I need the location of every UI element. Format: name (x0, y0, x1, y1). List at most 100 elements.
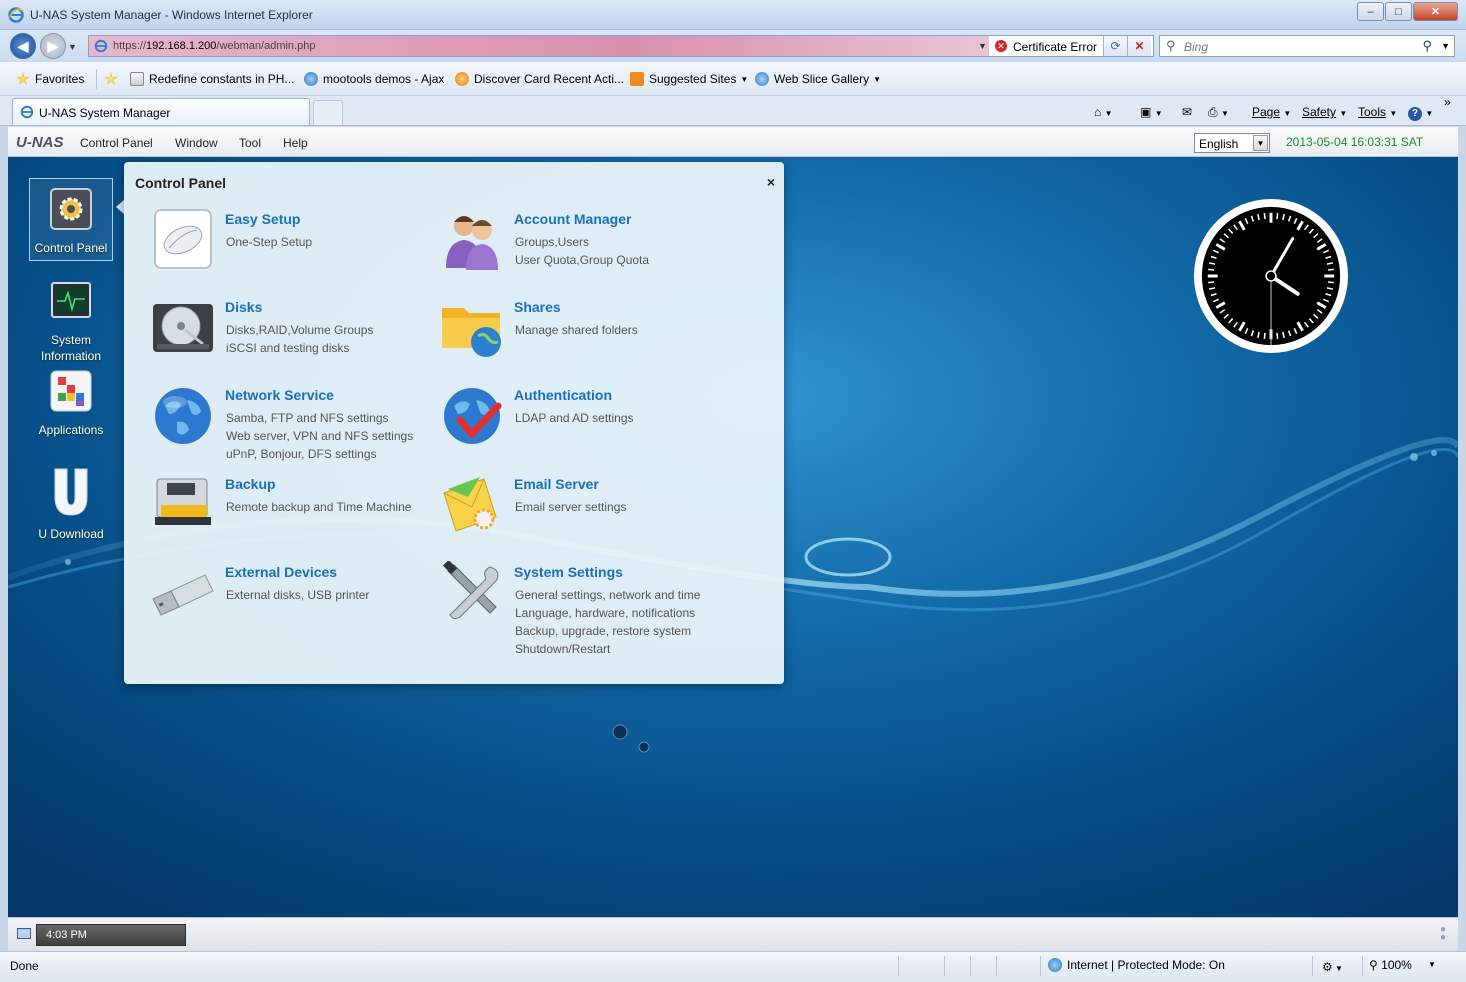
suggested-sites-button[interactable]: Suggested Sites ▼ (630, 72, 748, 86)
page-icon (94, 39, 108, 53)
cert-error-label[interactable]: Certificate Error (1013, 40, 1097, 54)
control-panel-close-button[interactable]: × (767, 174, 775, 190)
desktop-icon-u-download[interactable]: U Download (29, 465, 113, 542)
window-frame-right (1458, 126, 1466, 951)
menu-control-panel[interactable]: Control Panel (80, 136, 153, 150)
safety-menu[interactable]: Safety ▼ (1302, 105, 1347, 119)
cp-item-backup[interactable]: Backup Remote backup and Time Machine (151, 473, 451, 553)
cp-item-name: Account Manager (514, 211, 632, 227)
address-input[interactable]: https://192.168.1.200/webman/admin.php ▼… (88, 35, 1154, 57)
print-button[interactable]: ⎙ ▼ (1208, 105, 1229, 120)
tab-unas-system-manager[interactable]: U-NAS System Manager (12, 98, 310, 125)
cp-item-email-server[interactable]: Email Server Email server settings (440, 473, 740, 553)
printer-icon: ⎙ (1208, 105, 1218, 119)
cp-item-name: Easy Setup (225, 211, 301, 227)
search-input[interactable]: ⚲ Bing ⚲ ▼ (1159, 35, 1455, 57)
desktop-icon-control-panel[interactable]: Control Panel (29, 178, 113, 261)
zoom-level-button[interactable]: ⚲ 100% (1369, 958, 1412, 972)
cp-item-network-service[interactable]: Network Service Samba, FTP and NFS setti… (151, 384, 451, 464)
clock-tick-mark (1263, 332, 1266, 339)
mouse-icon (154, 209, 212, 269)
backup-drive-icon (155, 478, 211, 525)
security-zone[interactable]: Internet | Protected Mode: On (1048, 958, 1225, 972)
taskbar-grip-icon[interactable]: ● ● (1440, 925, 1446, 943)
status-divider (1312, 956, 1313, 976)
read-mail-button[interactable]: ✉ (1182, 105, 1192, 119)
cp-item-desc-line: Email server settings (515, 500, 627, 514)
cp-item-system-settings[interactable]: System Settings General settings, networ… (440, 561, 740, 656)
cp-item-account-manager[interactable]: Account Manager Groups,Users User Quota,… (440, 208, 740, 288)
recent-pages-dropdown[interactable]: ▼ (68, 42, 77, 52)
internet-globe-icon (1048, 958, 1062, 972)
app-logo: U-NAS (16, 134, 64, 151)
analog-clock-widget[interactable] (1192, 197, 1350, 355)
hard-disk-icon (153, 304, 213, 352)
desktop-icon-system-information[interactable]: System Information (29, 279, 113, 364)
zoom-dropdown[interactable]: ▼ (1428, 960, 1436, 969)
tools-menu[interactable]: Tools ▼ (1358, 105, 1397, 119)
stop-button[interactable]: ✕ (1127, 36, 1151, 56)
feeds-button[interactable]: ▣ ▼ (1140, 105, 1163, 119)
address-toolbar: ◀ ▶ ▼ https://192.168.1.200/webman/admin… (0, 30, 1466, 62)
desktop-icon-applications[interactable]: Applications (29, 369, 113, 438)
cp-item-shares[interactable]: Shares Manage shared folders (440, 296, 740, 376)
menu-window[interactable]: Window (175, 136, 218, 150)
status-divider (898, 956, 899, 976)
add-to-favorites-button[interactable] (104, 72, 123, 86)
cp-item-name: External Devices (225, 564, 338, 580)
cp-item-external-devices[interactable]: External Devices External disks, USB pri… (151, 561, 451, 641)
back-button[interactable]: ◀ (10, 33, 36, 59)
usb-drive-icon (152, 574, 214, 616)
monitor-icon (51, 282, 91, 318)
cp-item-disks[interactable]: Disks Disks,RAID,Volume Groups iSCSI and… (151, 296, 451, 376)
app-menubar: U-NAS Control Panel Window Tool Help Eng… (8, 127, 1458, 157)
favorite-link-2[interactable]: mootools demos - Ajax (304, 72, 444, 86)
cert-error-icon[interactable]: ✕ (995, 40, 1007, 52)
favorites-bar: Favorites Redefine constants in PH... mo… (0, 62, 1466, 96)
cp-item-desc-line: LDAP and AD settings (515, 411, 634, 425)
control-panel-title: Control Panel (135, 175, 227, 191)
clock-tick-mark (1276, 332, 1279, 339)
new-tab-button[interactable] (313, 100, 343, 125)
status-divider (996, 956, 997, 976)
url-text: https://192.168.1.200/webman/admin.php (113, 40, 315, 52)
favorite-link-label: mootools demos - Ajax (323, 72, 445, 86)
menu-tool[interactable]: Tool (239, 136, 261, 150)
menu-help[interactable]: Help (283, 136, 308, 150)
cp-item-easy-setup[interactable]: Easy Setup One-Step Setup (151, 208, 451, 288)
close-button[interactable]: ✕ (1413, 2, 1458, 21)
cp-item-desc: Groups,Users User Quota,Group Quota (515, 233, 775, 269)
show-desktop-button[interactable] (17, 928, 31, 939)
phishing-filter-icon: ⚙ (1322, 960, 1333, 974)
chevron-down-icon: ▼ (1425, 109, 1434, 118)
favorite-link-3[interactable]: Discover Card Recent Acti... (455, 72, 624, 86)
favorite-link-1[interactable]: Redefine constants in PH... (130, 72, 294, 86)
maximize-button[interactable]: □ (1385, 2, 1412, 21)
ie-logo-icon (8, 7, 24, 23)
cp-item-authentication[interactable]: Authentication LDAP and AD settings (440, 384, 740, 464)
home-button[interactable]: ⌂ ▼ (1094, 105, 1113, 119)
forward-arrow-icon: ▶ (47, 37, 59, 54)
search-options-dropdown[interactable]: ▼ (1441, 41, 1450, 51)
more-commands-button[interactable]: » (1444, 95, 1451, 109)
suggested-sites-icon (630, 72, 644, 86)
minimize-button[interactable]: – (1357, 2, 1384, 21)
page-icon (130, 72, 144, 86)
web-slice-gallery-button[interactable]: Web Slice Gallery ▼ (755, 72, 881, 86)
change-status-button[interactable]: ⚙ ▼ (1322, 960, 1343, 974)
help-button[interactable]: ? ▼ (1408, 105, 1433, 121)
cp-item-name: Disks (225, 299, 263, 315)
forward-button[interactable]: ▶ (40, 33, 66, 59)
zoom-level: 100% (1381, 958, 1412, 972)
refresh-button[interactable]: ⟳ (1103, 36, 1127, 56)
url-dropdown[interactable]: ▼ (978, 41, 987, 51)
chevron-down-icon: ▼ (1220, 109, 1229, 118)
shared-folder-icon (442, 308, 501, 357)
search-icon[interactable]: ⚲ (1422, 38, 1432, 54)
email-gear-icon (443, 477, 497, 532)
favorites-button[interactable]: Favorites (16, 72, 84, 86)
cp-item-name: Network Service (225, 387, 334, 403)
zoom-icon: ⚲ (1369, 958, 1378, 972)
language-select[interactable]: English ▼ (1194, 133, 1270, 153)
page-menu[interactable]: Page ▼ (1252, 105, 1291, 119)
